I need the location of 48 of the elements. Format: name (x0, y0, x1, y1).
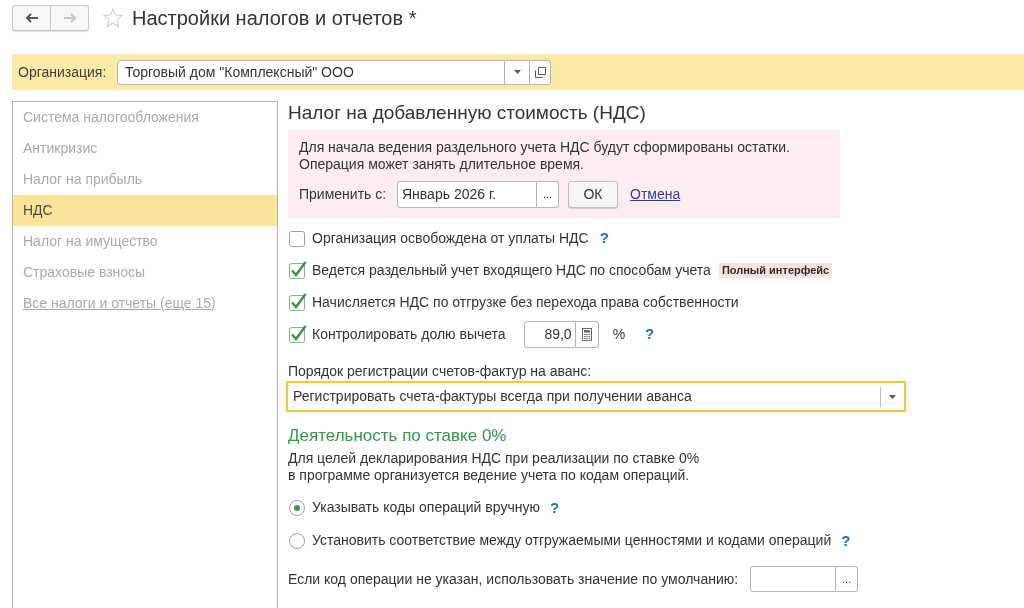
date-field[interactable]: Январь 2026 г. (397, 181, 537, 208)
arrow-left-icon (24, 13, 39, 23)
number-field[interactable]: 89,0 (523, 320, 576, 348)
help-link[interactable]: ? (599, 229, 609, 247)
radio-button[interactable] (289, 532, 305, 549)
checkbox-label: Ведется раздельный учет входящего НДС по способам учета (312, 260, 711, 280)
arrow-right-icon (62, 13, 77, 23)
checkbox[interactable] (289, 229, 307, 247)
ok-button[interactable]: ОК (568, 181, 618, 208)
description-text: Для целей декларирования НДС при реализации по ставке 0% в программе организуется ведение учета по кодам операций. (288, 450, 701, 484)
section-title: Налог на добавленную стоимость (НДС) (288, 101, 647, 125)
select-button[interactable]: ... (836, 566, 859, 592)
select-button[interactable]: ... (537, 181, 559, 208)
sidebar-item[interactable]: НДС (13, 195, 277, 226)
radio-label: Установить соответствие между отгружаемыми ценностями и кодами операций (312, 531, 832, 550)
code-field[interactable] (750, 566, 837, 592)
calculator-button[interactable] (575, 320, 599, 348)
radio-button[interactable] (289, 499, 305, 516)
organization-field[interactable]: Торговый дом "Комплексный" ООО (117, 59, 505, 85)
open-button[interactable] (530, 59, 551, 85)
field-label: Организация: (17, 62, 108, 82)
calculator-icon (581, 327, 592, 341)
back-button[interactable] (12, 5, 51, 31)
cancel-link[interactable]: Отмена (630, 184, 681, 205)
checkbox[interactable] (289, 325, 307, 343)
unit-label: % (612, 324, 626, 344)
star-icon[interactable] (103, 8, 123, 28)
open-window-icon (534, 66, 546, 78)
window-title: Настройки налогов и отчетов * (132, 6, 417, 31)
checkbox-label: Начисляется НДС по отгрузке без перехода права собственности (312, 292, 739, 312)
field-label: Порядок регистрации счетов-фактур на аванс: (288, 362, 593, 380)
help-link[interactable]: ? (645, 325, 655, 343)
caret-icon (513, 70, 521, 74)
caret-icon (889, 394, 896, 399)
checkbox-label: Контролировать долю вычета (312, 324, 506, 344)
radio-label: Указывать коды операций вручную (312, 498, 540, 517)
help-link[interactable]: ? (549, 498, 560, 517)
section-heading: Деятельность по ставке 0% (288, 425, 508, 447)
interface-tag: Полный интерфейс (718, 262, 833, 278)
field-label: Применить с: (299, 185, 388, 204)
checkbox[interactable] (289, 293, 307, 311)
field-label: Если код операции не указан, использовать значение по умолчанию: (288, 569, 739, 589)
help-link[interactable]: ? (841, 531, 851, 550)
checkbox-label: Организация освобождена от уплаты НДС (312, 228, 589, 248)
checkbox[interactable] (289, 261, 307, 279)
notice-text: Для начала ведения раздельного учета НДС будут сформированы остатки. Операция может занять длительное время. (299, 139, 791, 172)
invoice-order-dropdown[interactable]: Регистрировать счета-фактуры всегда при получении аванса (286, 381, 906, 412)
dropdown-button[interactable] (505, 59, 530, 85)
